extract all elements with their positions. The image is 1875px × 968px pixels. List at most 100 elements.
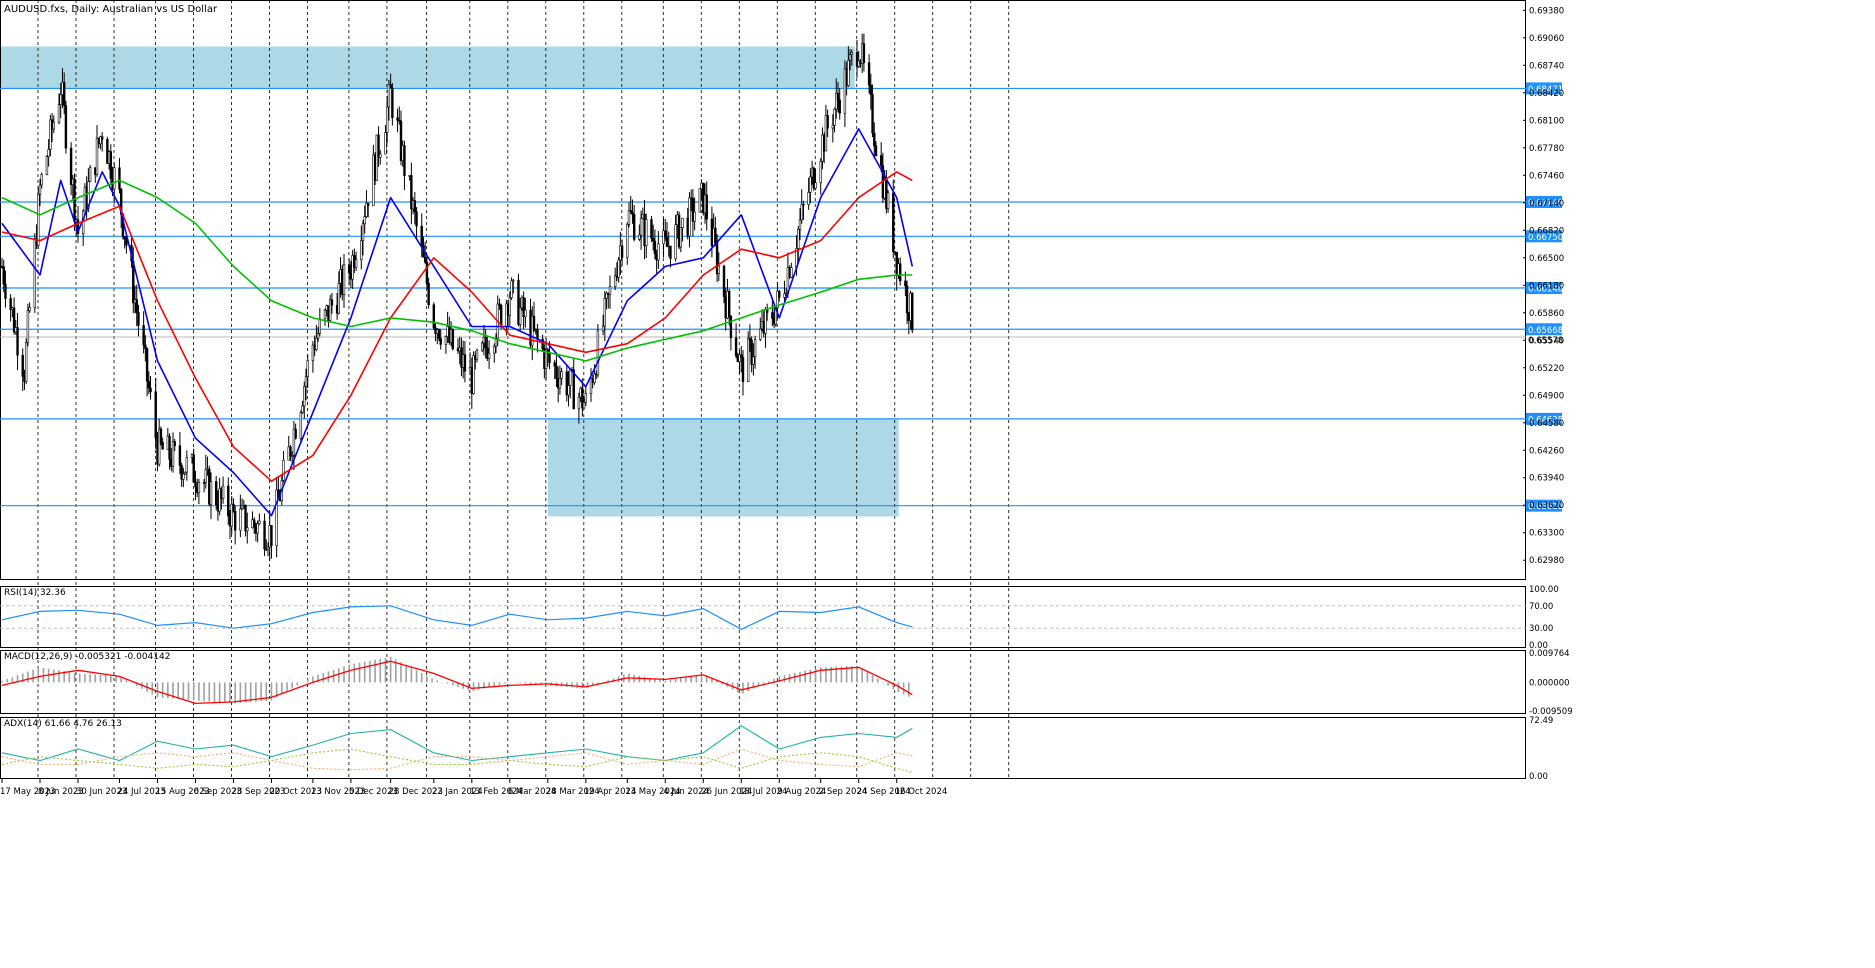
candle-body [493,346,496,354]
candle-body [194,481,197,488]
candle-body [178,445,182,466]
candle-body [37,193,40,246]
candle-body [512,279,515,282]
candle-body [645,219,648,247]
candle-body [484,337,487,349]
macd-tick-label: 0.009764 [1529,649,1570,659]
candle-body [33,238,37,308]
candle-body [555,365,558,379]
candle-body [759,328,762,340]
candle-body [620,245,624,258]
candle-body [653,240,657,255]
candle-body [118,167,121,190]
candle-body [52,121,56,130]
candle-body [26,310,30,344]
candle-body [315,337,318,350]
candle-body [831,124,835,129]
candle-body [142,325,145,346]
candle-body [62,82,66,106]
price-tick-label: 0.67460 [1529,171,1564,181]
candle-body [244,504,247,532]
candle-body [4,283,7,299]
candle-body [734,337,738,357]
chart-canvas[interactable]: 0.684710.671490.667500.661480.656680.646… [0,0,1875,964]
candle-body [802,203,805,206]
chart-title: AUDUSD.fxs, Daily: Australian vs US Doll… [4,4,218,15]
candle-body [182,473,185,480]
adx-tick-label: 0.00 [1529,772,1548,782]
candle-body [88,167,92,182]
candle-body [246,527,249,532]
candle-body [567,385,570,396]
candle-body [572,369,575,410]
candle-body [233,510,237,531]
candle-body [316,332,320,339]
candle-body [553,362,556,367]
candle-body [638,234,641,240]
candle-body [197,482,201,494]
candle-body [826,115,829,129]
candle-body [100,136,104,140]
candle-body [558,377,562,389]
price-tick-label: 0.65860 [1529,309,1564,319]
candle-body [24,342,28,382]
candle-body [299,412,303,439]
candle-body [38,184,42,195]
candle-body [73,178,76,223]
candle-body [874,145,878,156]
chart-window: 0.68471 0.67149 0.66750 0.66148 0.65668 0.646… [0,0,1875,964]
candle-body [679,227,683,248]
price-tick-label: 0.67140 [1529,199,1564,209]
candle-body [451,329,455,349]
candle-body [873,132,876,147]
price-tick-label: 0.63940 [1529,474,1564,484]
price-tick-label: 0.68420 [1529,89,1564,99]
candle-body [693,211,696,222]
candle-body [214,481,218,505]
candle-body [771,312,774,319]
candle-body [508,297,512,316]
candle-body [432,304,436,329]
candle-body [904,280,907,287]
candle-body [258,520,261,525]
candle-body [266,546,270,550]
candle-body [836,92,840,101]
level-tag-label: 0.65668 [1528,326,1563,336]
candle-body [161,442,164,450]
candle-body [741,357,745,382]
candle-body [847,60,850,86]
date-tick-label: 16 Oct 2024 [895,787,948,797]
candle-body [306,360,309,378]
candle-body [304,376,308,387]
candle-body [809,176,812,193]
candle-body [657,243,660,261]
price-tick-label: 0.68100 [1529,116,1564,126]
candle-body [698,188,702,213]
candle-body [439,338,442,345]
candle-body [301,405,304,413]
price-tick-label: 0.65220 [1529,364,1564,374]
price-tick-label: 0.64900 [1529,391,1564,401]
candle-body [366,202,370,207]
candle-body [444,336,448,345]
candle-body [869,84,873,95]
candle-body [113,167,116,190]
candle-body [629,210,632,213]
candle-body [480,342,484,351]
candle-body [705,194,708,220]
candle-body [669,245,672,259]
candle-body [510,280,513,298]
candle-body [892,192,895,252]
candle-body [270,525,273,546]
candle-body [423,256,427,263]
candle-body [123,236,126,240]
candle-body [746,338,750,382]
candle-body [518,307,522,325]
price-tick-label: 0.63620 [1529,501,1564,511]
candle-body [209,481,213,505]
candle-body [487,352,491,359]
price-tick-label: 0.69060 [1529,34,1564,44]
candle-body [363,216,366,225]
candle-body [886,192,890,209]
candle-body [2,266,5,285]
